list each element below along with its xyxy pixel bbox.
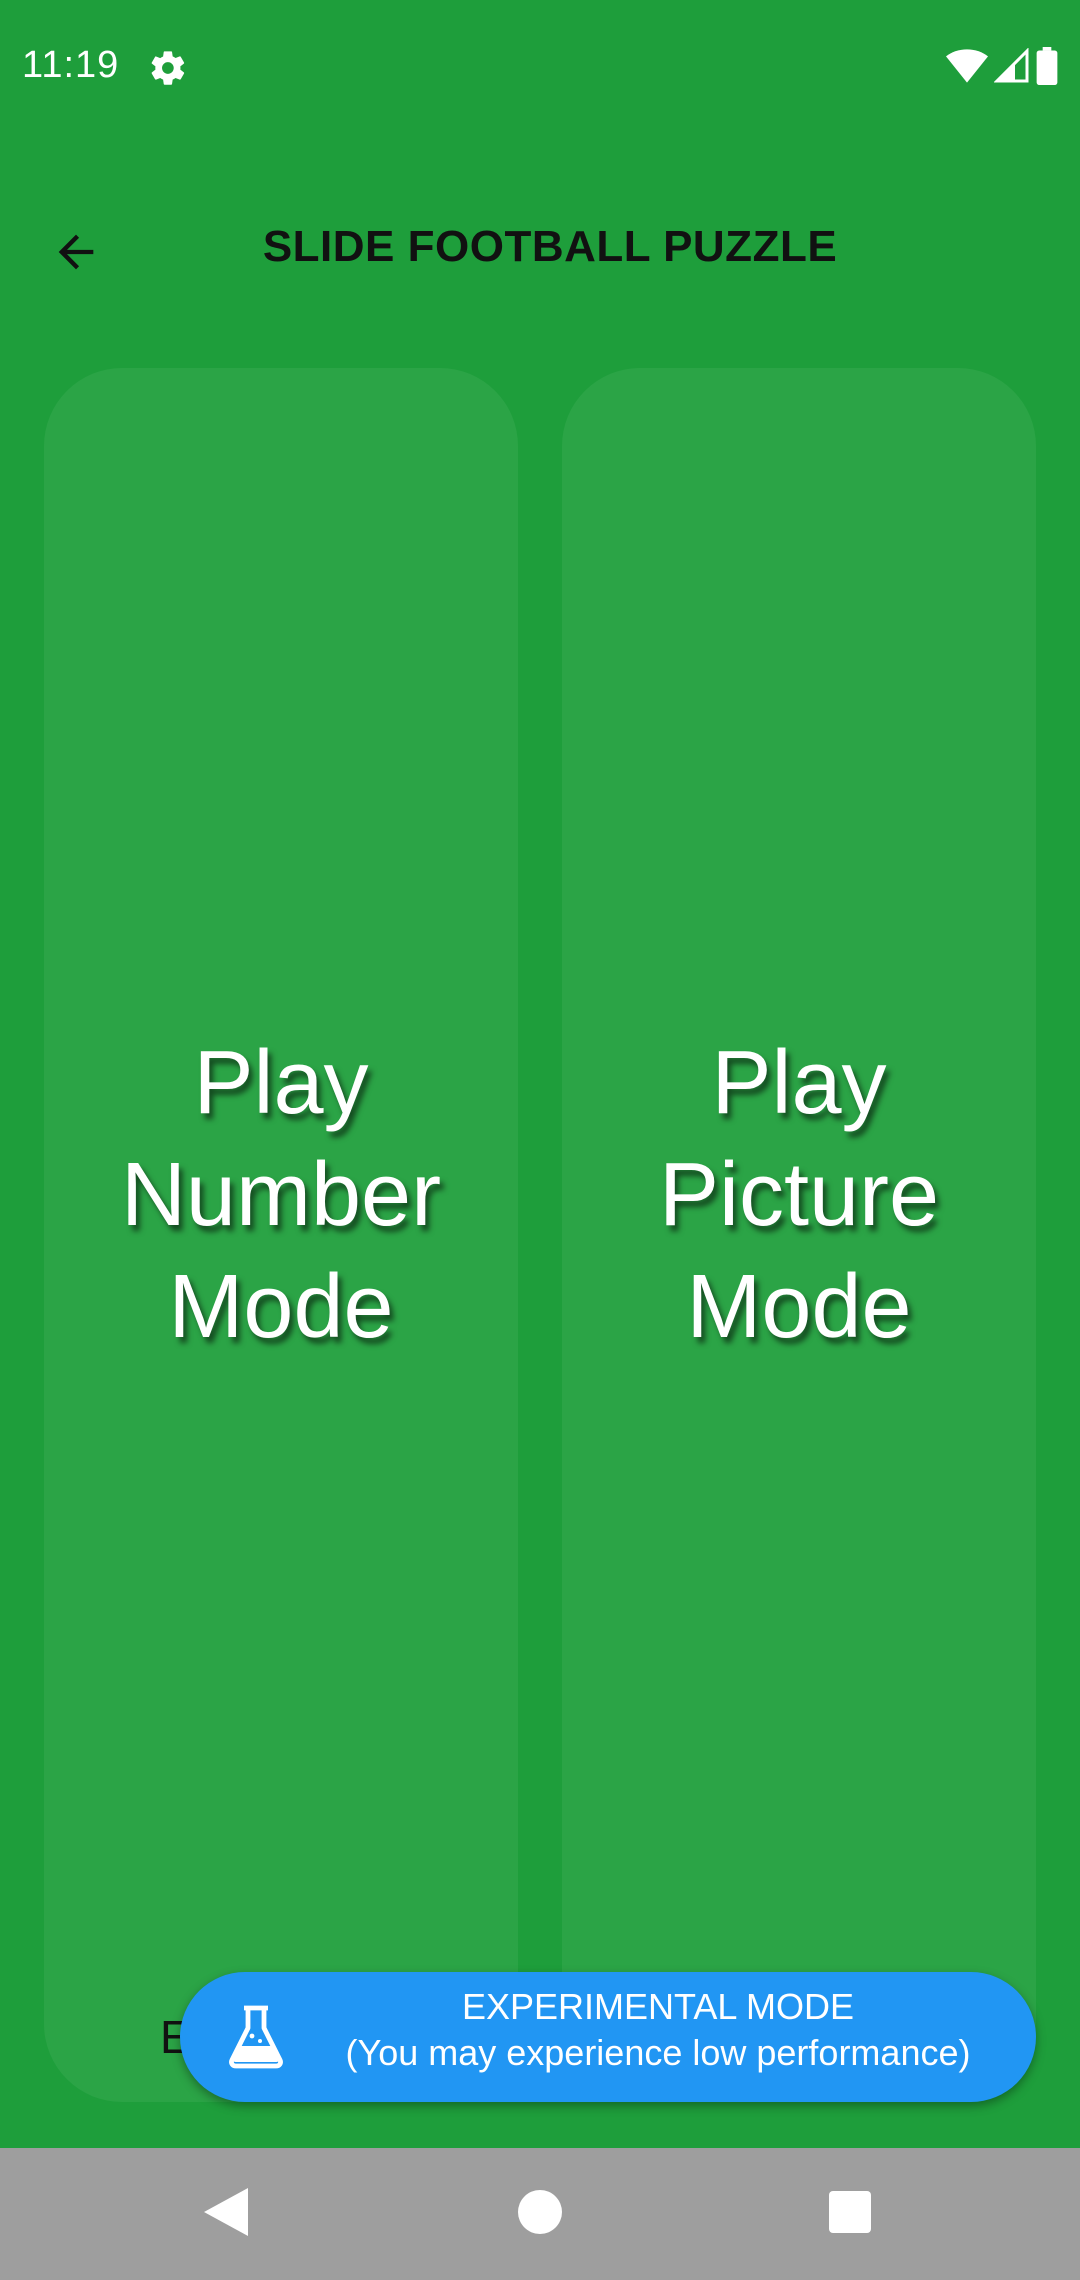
picture-mode-line-3: Mode bbox=[686, 1257, 912, 1357]
status-icons bbox=[946, 46, 1058, 90]
nav-back-icon bbox=[204, 2187, 248, 2241]
system-nav-bar bbox=[0, 2148, 1080, 2280]
gear-icon bbox=[148, 48, 188, 88]
play-number-mode-card[interactable]: Play Number Mode bbox=[44, 368, 518, 2102]
nav-recents-icon bbox=[829, 2190, 871, 2238]
nav-home-button[interactable] bbox=[504, 2178, 576, 2250]
picture-mode-line-2: Picture bbox=[658, 1145, 940, 1245]
app-bar: SLIDE FOOTBALL PUZZLE bbox=[0, 196, 1080, 300]
picture-mode-line-1: Play bbox=[711, 1033, 887, 1133]
number-mode-line-1: Play bbox=[193, 1033, 369, 1133]
number-mode-line-2: Number bbox=[120, 1145, 442, 1245]
status-bar: 11:19 bbox=[0, 0, 1080, 132]
nav-back-button[interactable] bbox=[190, 2178, 262, 2250]
cell-signal-icon bbox=[993, 46, 1030, 89]
wifi-icon bbox=[946, 48, 988, 89]
number-mode-line-3: Mode bbox=[168, 1257, 394, 1357]
play-picture-mode-card[interactable]: Play Picture Mode bbox=[562, 368, 1036, 2102]
number-mode-label: Play Number Mode bbox=[121, 1027, 441, 1363]
banner-subtitle: (You may experience low performance) bbox=[345, 2032, 971, 2073]
experimental-mode-banner[interactable]: EXPERIMENTAL MODE (You may experience lo… bbox=[180, 1972, 1036, 2102]
banner-text: EXPERIMENTAL MODE (You may experience lo… bbox=[300, 1984, 1016, 2076]
nav-home-icon bbox=[518, 2189, 562, 2239]
nav-recents-button[interactable] bbox=[814, 2178, 886, 2250]
battery-icon bbox=[1036, 46, 1058, 90]
banner-title: EXPERIMENTAL MODE bbox=[461, 1986, 855, 2027]
status-time: 11:19 bbox=[22, 44, 120, 86]
page-title: SLIDE FOOTBALL PUZZLE bbox=[262, 222, 838, 271]
flask-icon bbox=[226, 2004, 286, 2070]
picture-mode-label: Play Picture Mode bbox=[659, 1027, 939, 1363]
